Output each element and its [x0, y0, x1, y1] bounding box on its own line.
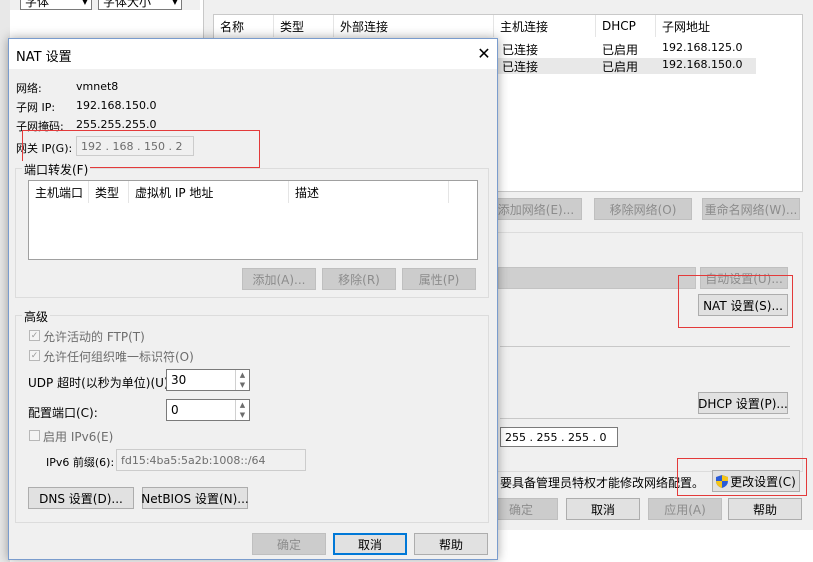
advanced-label: 高级 — [22, 308, 51, 325]
chevron-up-icon[interactable]: ▲ — [236, 370, 249, 380]
dhcp-settings-button[interactable]: DHCP 设置(P)... — [698, 392, 788, 414]
netbios-settings-button[interactable]: NetBIOS 设置(N)... — [141, 487, 249, 509]
bridge-select — [498, 267, 696, 289]
chevron-down-icon: ▼ — [81, 0, 88, 6]
udp-timeout-stepper[interactable]: 30 ▲ ▼ — [166, 369, 250, 391]
dialog-titlebar — [9, 39, 497, 69]
add-network-button[interactable]: 添加网络(E)... — [490, 198, 582, 220]
chevron-down-icon[interactable]: ▼ — [236, 380, 249, 390]
highlight-box — [677, 458, 807, 496]
ipv6-prefix-label: IPv6 前缀(6): — [46, 456, 115, 469]
subnet-ip-label: 子网 IP: — [16, 101, 56, 114]
chevron-up-icon[interactable]: ▲ — [236, 400, 249, 410]
port-forward-label: 端口转发(F) — [22, 161, 91, 178]
col-subnet[interactable]: 子网地址 — [656, 15, 756, 37]
apply-button[interactable]: 应用(A) — [648, 498, 722, 520]
config-port-label: 配置端口(C): — [28, 406, 98, 420]
close-icon[interactable]: ✕ — [474, 43, 494, 63]
highlight-box — [678, 275, 793, 328]
subnet-ip-value: 192.168.150.0 — [76, 99, 157, 112]
add-port-button[interactable]: 添加(A)... — [242, 268, 316, 290]
port-forward-table: 主机端口 类型 虚拟机 IP 地址 描述 — [28, 180, 478, 260]
col-vm-ip[interactable]: 虚拟机 IP 地址 — [129, 181, 289, 203]
chevron-down-icon[interactable]: ▼ — [236, 410, 249, 420]
dialog-help-button[interactable]: 帮助 — [414, 533, 488, 555]
dialog-cancel-button[interactable]: 取消 — [333, 533, 407, 555]
allow-ftp-label: 允许活动的 FTP(T) — [43, 330, 145, 344]
col-description[interactable]: 描述 — [289, 181, 449, 203]
udp-timeout-label: UDP 超时(以秒为单位)(U): — [28, 376, 173, 390]
col-host-port[interactable]: 主机端口 — [29, 181, 89, 203]
divider — [500, 418, 790, 419]
allow-ftp-checkbox[interactable]: ✓ — [29, 330, 40, 341]
enable-ipv6-checkbox[interactable] — [29, 430, 40, 441]
chevron-down-icon: ▼ — [171, 0, 178, 6]
remove-port-button[interactable]: 移除(R) — [322, 268, 396, 290]
col-host[interactable]: 主机连接 — [494, 15, 596, 37]
port-properties-button[interactable]: 属性(P) — [402, 268, 476, 290]
col-dhcp[interactable]: DHCP — [596, 15, 656, 37]
dialog-ok-button[interactable]: 确定 — [252, 533, 326, 555]
col-port-type[interactable]: 类型 — [89, 181, 129, 203]
col-name[interactable]: 名称 — [214, 15, 274, 37]
divider — [500, 346, 790, 347]
subnet-mask-field[interactable]: 255 . 255 . 255 . 0 — [500, 427, 618, 447]
allow-org-label: 允许任何组织唯一标识符(O) — [43, 350, 194, 364]
allow-org-checkbox[interactable]: ✓ — [29, 350, 40, 361]
rename-network-button[interactable]: 重命名网络(W)... — [702, 198, 800, 220]
col-external[interactable]: 外部连接 — [334, 15, 494, 37]
col-type[interactable]: 类型 — [274, 15, 334, 37]
admin-note: 要具备管理员特权才能修改网络配置。 — [500, 476, 705, 490]
enable-ipv6-label: 启用 IPv6(E) — [43, 430, 114, 444]
network-value: vmnet8 — [76, 80, 119, 93]
dialog-title: NAT 设置 — [16, 50, 72, 65]
dns-settings-button[interactable]: DNS 设置(D)... — [28, 487, 134, 509]
help-button[interactable]: 帮助 — [728, 498, 802, 520]
remove-network-button[interactable]: 移除网络(O) — [594, 198, 692, 220]
font-select[interactable]: 字体 ▼ — [20, 0, 92, 10]
config-port-stepper[interactable]: 0 ▲ ▼ — [166, 399, 250, 421]
network-label: 网络: — [16, 82, 42, 95]
cancel-button[interactable]: 取消 — [566, 498, 640, 520]
size-select[interactable]: 字体大小 ▼ — [98, 0, 182, 10]
ipv6-prefix-field[interactable]: fd15:4ba5:5a2b:1008::/64 — [116, 449, 306, 471]
